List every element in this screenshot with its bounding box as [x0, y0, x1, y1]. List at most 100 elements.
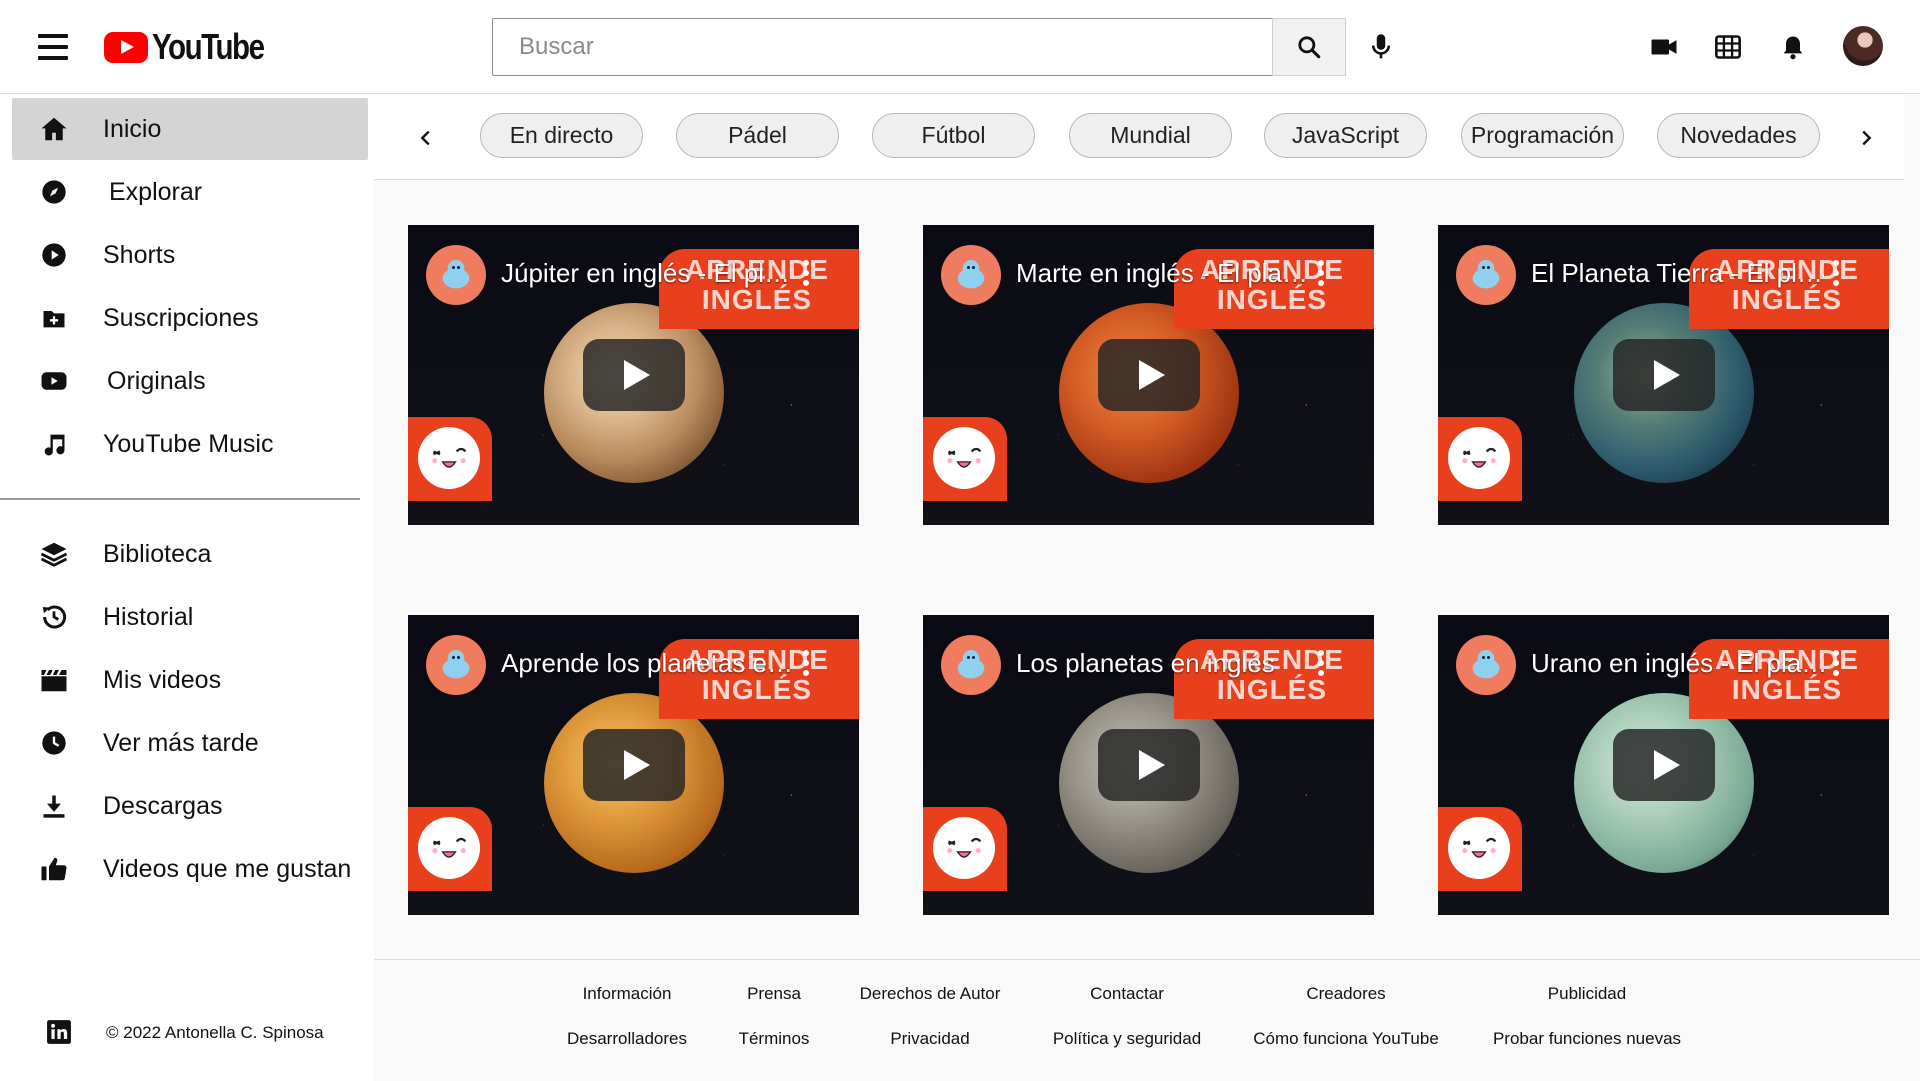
channel-avatar[interactable]: [426, 245, 486, 305]
channel-avatar[interactable]: [426, 635, 486, 695]
seal-mascot-icon: [1472, 650, 1500, 679]
hamburger-menu-icon[interactable]: [38, 34, 68, 60]
footer-link[interactable]: Términos: [739, 1029, 810, 1049]
more-options-icon[interactable]: [1313, 647, 1329, 681]
sidebar-item-explorar[interactable]: Explorar: [12, 161, 368, 223]
video-title[interactable]: Los planetas en inglés: [1016, 648, 1316, 679]
seal-mascot-icon: [957, 650, 985, 679]
chips-scroll-right-button[interactable]: [1846, 118, 1886, 158]
sidebar-item-ver-mas-tarde[interactable]: Ver más tarde: [12, 712, 368, 774]
footer-link[interactable]: Desarrolladores: [567, 1029, 687, 1049]
video-title[interactable]: Aprende los planetas en inglés: [501, 648, 801, 679]
sidebar-item-label: Explorar: [109, 177, 203, 206]
footer-link[interactable]: Creadores: [1306, 984, 1385, 1004]
mascot-badge: [408, 807, 492, 891]
chevron-right-icon: [1862, 130, 1872, 146]
bell-icon: [1783, 36, 1803, 60]
music-note-icon: [38, 428, 70, 460]
mascot-badge: [923, 807, 1007, 891]
video-thumbnail[interactable]: APRENDE INGLÉS Júpiter en inglés - El pl…: [408, 225, 859, 525]
video-title[interactable]: El Planeta Tierra - El planeta: [1531, 258, 1831, 289]
seal-mascot-icon: [1472, 260, 1500, 289]
footer-link[interactable]: Contactar: [1090, 984, 1164, 1004]
chip-novedades[interactable]: Novedades: [1657, 113, 1820, 158]
chip-en-directo[interactable]: En directo: [480, 113, 643, 158]
page-footer: Información Prensa Derechos de Autor Con…: [374, 959, 1920, 1081]
video-thumbnail[interactable]: APRENDE INGLÉS Urano en inglés - El plan…: [1438, 615, 1889, 915]
user-avatar[interactable]: [1843, 26, 1883, 66]
sidebar-item-label: Originals: [107, 366, 206, 395]
notifications-button[interactable]: [1776, 30, 1810, 64]
play-button-icon[interactable]: [582, 339, 685, 411]
channel-avatar[interactable]: [941, 635, 1001, 695]
play-button-icon[interactable]: [1097, 729, 1200, 801]
more-options-icon[interactable]: [1313, 257, 1329, 291]
footer-link[interactable]: Derechos de Autor: [860, 984, 1001, 1004]
sidebar-item-historial[interactable]: Historial: [12, 586, 368, 648]
sidebar-item-videos-que-me-gustan[interactable]: Videos que me gustan: [12, 838, 368, 900]
linkedin-icon[interactable]: [46, 1019, 72, 1045]
more-options-icon[interactable]: [1828, 647, 1844, 681]
smiley-face-icon: [933, 817, 995, 879]
apps-button[interactable]: [1711, 30, 1745, 64]
channel-avatar[interactable]: [1456, 635, 1516, 695]
sidebar-item-shorts[interactable]: Shorts: [12, 224, 368, 286]
video-thumbnail[interactable]: APRENDE INGLÉS Los planetas en inglés: [923, 615, 1374, 915]
footer-link[interactable]: Cómo funciona YouTube: [1253, 1029, 1439, 1049]
create-video-button[interactable]: [1647, 30, 1681, 64]
footer-link[interactable]: Prensa: [747, 984, 801, 1004]
channel-avatar[interactable]: [941, 245, 1001, 305]
chip-programacion[interactable]: Programación: [1461, 113, 1624, 158]
chip-javascript[interactable]: JavaScript: [1264, 113, 1427, 158]
chip-futbol[interactable]: Fútbol: [872, 113, 1035, 158]
chip-padel[interactable]: Pádel: [676, 113, 839, 158]
footer-link[interactable]: Política y seguridad: [1053, 1029, 1201, 1049]
mascot-badge: [408, 417, 492, 501]
youtube-logo[interactable]: YouTube: [104, 26, 288, 67]
channel-avatar[interactable]: [1456, 245, 1516, 305]
video-title[interactable]: Urano en inglés - El planeta Urano: [1531, 648, 1831, 679]
more-options-icon[interactable]: [798, 257, 814, 291]
sidebar-item-descargas[interactable]: Descargas: [12, 775, 368, 837]
video-title[interactable]: Marte en inglés - El planeta Marte: [1016, 258, 1316, 289]
sidebar-item-inicio[interactable]: Inicio: [12, 98, 368, 160]
mascot-badge: [923, 417, 1007, 501]
video-camera-icon: [1651, 39, 1677, 55]
play-button-icon[interactable]: [1612, 339, 1715, 411]
play-button-icon[interactable]: [1097, 339, 1200, 411]
sidebar-item-suscripciones[interactable]: Suscripciones: [12, 287, 368, 349]
thumbs-up-icon: [38, 853, 70, 885]
play-button-icon[interactable]: [582, 729, 685, 801]
video-thumbnail[interactable]: APRENDE INGLÉS El Planeta Tierra - El pl…: [1438, 225, 1889, 525]
chips-scroll-left-button[interactable]: [406, 118, 446, 158]
search-button[interactable]: [1272, 18, 1346, 76]
sidebar-item-mis-videos[interactable]: Mis videos: [12, 649, 368, 711]
sidebar-item-originals[interactable]: Originals: [12, 350, 368, 412]
seal-mascot-icon: [442, 260, 470, 289]
video-thumbnail[interactable]: APRENDE INGLÉS Marte en inglés - El plan…: [923, 225, 1374, 525]
footer-link[interactable]: Publicidad: [1548, 984, 1626, 1004]
sidebar-item-label: Shorts: [103, 240, 176, 269]
download-icon: [38, 790, 70, 822]
voice-search-button[interactable]: [1364, 30, 1398, 64]
sidebar-item-label: YouTube Music: [103, 429, 274, 458]
video-thumbnail[interactable]: APRENDE INGLÉS Aprende los planetas en i…: [408, 615, 859, 915]
sidebar-item-label: Ver más tarde: [103, 728, 259, 757]
video-title[interactable]: Júpiter en inglés - El planeta Júpiter: [501, 258, 801, 289]
shorts-icon: [38, 239, 70, 271]
sidebar-item-biblioteca[interactable]: Biblioteca: [12, 523, 368, 585]
search-input[interactable]: [492, 18, 1272, 76]
play-button-icon[interactable]: [1612, 729, 1715, 801]
more-options-icon[interactable]: [798, 647, 814, 681]
library-icon: [38, 538, 70, 570]
seal-mascot-icon: [442, 650, 470, 679]
more-options-icon[interactable]: [1828, 257, 1844, 291]
footer-link[interactable]: Información: [583, 984, 672, 1004]
chip-mundial[interactable]: Mundial: [1069, 113, 1232, 158]
clock-icon: [38, 727, 70, 759]
microphone-icon: [1371, 34, 1391, 59]
sidebar-divider: [0, 498, 360, 500]
sidebar-item-youtube-music[interactable]: YouTube Music: [12, 413, 368, 475]
footer-link[interactable]: Probar funciones nuevas: [1493, 1029, 1681, 1049]
footer-link[interactable]: Privacidad: [890, 1029, 969, 1049]
